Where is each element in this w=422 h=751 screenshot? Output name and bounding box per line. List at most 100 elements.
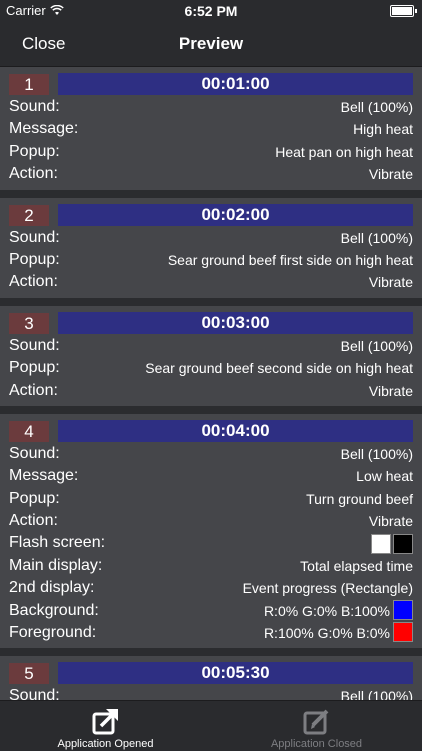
tab-bar: Application Opened Application Closed — [0, 700, 422, 751]
event-detail-row: Sound: Bell (100%) — [0, 227, 422, 249]
event-detail-row: Message: High heat — [0, 118, 422, 140]
row-value-wrap: R:100% G:0% B:0% — [264, 622, 413, 644]
row-value-wrap: Bell (100%) — [341, 227, 413, 249]
event-number: 3 — [9, 312, 49, 334]
status-bar: Carrier 6:52 PM — [0, 0, 422, 22]
event-number: 2 — [9, 204, 49, 226]
row-value-wrap: Vibrate — [369, 380, 413, 402]
color-swatch — [393, 599, 413, 620]
row-value-wrap: Vibrate — [369, 271, 413, 293]
row-value: Bell (100%) — [340, 99, 413, 115]
navigation-bar: Close Preview — [0, 22, 422, 67]
row-value-wrap: Bell (100%) — [341, 96, 413, 118]
row-value: Bell (100%) — [340, 337, 413, 354]
event-time: 00:02:00 — [58, 203, 413, 226]
row-label: Sound: — [9, 687, 60, 700]
row-value: Vibrate — [368, 382, 413, 399]
event-detail-row: Foreground: R:100% G:0% B:0% — [0, 622, 422, 644]
event-header: 2 00:02:00 — [0, 203, 422, 226]
row-value: Vibrate — [368, 513, 413, 530]
row-value: R:0% G:0% B:100% — [263, 602, 390, 619]
row-value: High heat — [353, 121, 413, 138]
event-detail-row: Background: R:0% G:0% B:100% — [0, 599, 422, 622]
event-number: 5 — [9, 663, 49, 685]
row-label: Sound: — [9, 336, 60, 354]
row-value-wrap: Sear ground beef second side on high hea… — [145, 357, 413, 379]
event-detail-row: Sound: Bell (100%) — [0, 443, 422, 465]
row-label: Popup: — [9, 250, 60, 268]
row-label: Main display: — [9, 556, 103, 574]
event-detail-row: Action: Vibrate — [0, 271, 422, 293]
event-block[interactable]: 1 00:01:00 Sound: Bell (100%) Message: High h… — [0, 67, 422, 198]
event-time: 00:01:00 — [58, 73, 413, 95]
row-label: Popup: — [9, 359, 60, 377]
row-label: Popup: — [9, 142, 60, 160]
row-value: Bell (100%) — [340, 688, 413, 700]
row-value: Bell (100%) — [340, 445, 413, 462]
row-value: Event progress (Rectangle) — [242, 580, 413, 597]
row-value: R:100% G:0% B:0% — [263, 625, 390, 642]
color-swatch — [371, 534, 391, 555]
event-block[interactable]: 2 00:02:00 Sound: Bell (100%) Popup: Sear gro… — [0, 197, 422, 306]
event-list[interactable]: 1 00:01:00 Sound: Bell (100%) Message: High h… — [0, 67, 422, 700]
row-value: Bell (100%) — [340, 229, 413, 246]
event-detail-row: Sound: Bell (100%) — [0, 335, 422, 357]
row-value-wrap: R:0% G:0% B:100% — [263, 599, 413, 622]
event-detail-row: Action: Vibrate — [0, 163, 422, 185]
row-value: Heat pan on high heat — [275, 143, 413, 160]
row-value: Sear ground beef first side on high heat — [167, 251, 413, 268]
event-detail-row: Popup: Sear ground beef first side on hig… — [0, 249, 422, 271]
event-block[interactable]: 5 00:05:30 Sound: Bell (100%) — [0, 656, 422, 700]
row-value: Turn ground beef — [306, 490, 413, 507]
row-value: Vibrate — [368, 274, 413, 291]
row-value-wrap: Low heat — [356, 465, 413, 487]
event-detail-row: Popup: Turn ground beef — [0, 488, 422, 510]
row-label: Sound: — [9, 228, 60, 246]
row-label: Background: — [9, 601, 99, 619]
event-detail-row: Sound: Bell (100%) — [0, 685, 422, 700]
row-value-wrap: High heat — [353, 118, 413, 140]
page-title: Preview — [178, 34, 244, 53]
row-value: Sear ground beef second side on high hea… — [145, 360, 413, 377]
row-value-wrap: Bell (100%) — [341, 685, 413, 700]
event-number: 1 — [9, 74, 49, 95]
tab-application-opened[interactable]: Application Opened — [0, 701, 211, 751]
row-label: Message: — [9, 120, 79, 138]
event-detail-row: Flash screen: — [0, 532, 422, 555]
tab-application-closed[interactable]: Application Closed — [211, 701, 422, 751]
tab-application-opened-label: Application Opened — [57, 738, 154, 750]
event-detail-row: Action: Vibrate — [0, 380, 422, 402]
event-detail-row: Popup: Heat pan on high heat — [0, 141, 422, 163]
row-value: Total elapsed time — [300, 557, 413, 574]
event-detail-row: Message: Low heat — [0, 465, 422, 487]
row-label: Flash screen: — [9, 534, 106, 552]
event-detail-row: 2nd display: Event progress (Rectangle) — [0, 577, 422, 599]
row-value-wrap: Heat pan on high heat — [275, 141, 413, 163]
row-value-wrap: Vibrate — [369, 163, 413, 185]
row-value-wrap: Total elapsed time — [300, 555, 413, 577]
event-time: 00:04:00 — [58, 419, 413, 442]
row-label: Foreground: — [9, 624, 97, 642]
row-value: Low heat — [356, 468, 413, 485]
event-block[interactable]: 4 00:04:00 Sound: Bell (100%) Message: Low he… — [0, 413, 422, 657]
event-header: 3 00:03:00 — [0, 311, 422, 334]
row-label: Message: — [9, 467, 79, 485]
row-value-wrap: Bell (100%) — [341, 335, 413, 357]
row-label: Action: — [9, 512, 58, 530]
row-value-wrap: Event progress (Rectangle) — [243, 577, 413, 599]
event-time: 00:05:30 — [58, 662, 413, 685]
event-header: 1 00:01:00 — [0, 73, 422, 95]
row-label: Action: — [9, 273, 58, 291]
color-swatch — [393, 622, 413, 643]
open-external-icon — [92, 709, 118, 735]
event-header: 4 00:04:00 — [0, 419, 422, 442]
row-label: Sound: — [9, 444, 60, 462]
battery-icon — [390, 5, 417, 17]
tab-application-closed-label: Application Closed — [270, 738, 363, 750]
row-label: Action: — [9, 165, 58, 183]
event-header: 5 00:05:30 — [0, 662, 422, 685]
event-block[interactable]: 3 00:03:00 Sound: Bell (100%) Popup: Sear gro… — [0, 305, 422, 414]
row-value-wrap: Bell (100%) — [341, 443, 413, 465]
color-swatch — [393, 534, 413, 555]
status-time: 6:52 PM — [184, 3, 238, 19]
